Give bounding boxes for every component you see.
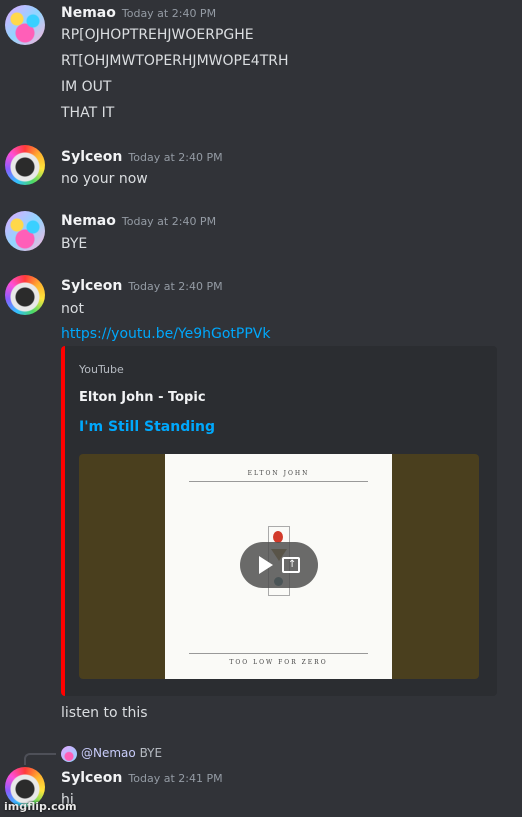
message-text: IM OUT <box>61 79 112 95</box>
author-label[interactable]: Sylceon <box>61 278 122 294</box>
reply-snippet[interactable]: BYE <box>140 746 163 760</box>
video-thumbnail[interactable]: ELTON JOHN TOO LOW FOR ZERO ↑ <box>79 454 479 679</box>
embed-title[interactable]: I'm Still Standing <box>79 419 215 435</box>
message-text: RT[OHJMWTOPERHJMWOPE4TRH <box>61 53 289 69</box>
timestamp: Today at 2:41 PM <box>128 772 223 785</box>
divider <box>189 653 368 654</box>
avatar[interactable] <box>5 275 45 315</box>
avatar[interactable] <box>5 5 45 45</box>
author-name[interactable]: Sylceon Today at 2:40 PM <box>61 149 223 165</box>
timestamp: Today at 2:40 PM <box>128 280 223 293</box>
message-text: BYE <box>61 236 88 252</box>
author-name[interactable]: Nemao Today at 2:40 PM <box>61 5 216 21</box>
author-name[interactable]: Sylceon Today at 2:40 PM <box>61 278 223 294</box>
author-label[interactable]: Nemao <box>61 213 116 229</box>
divider <box>189 481 368 482</box>
youtube-link[interactable]: https://youtu.be/Ye9hGotPPVk <box>61 326 271 342</box>
author-label[interactable]: Sylceon <box>61 770 122 786</box>
author-label[interactable]: Nemao <box>61 5 116 21</box>
embed-provider[interactable]: YouTube <box>79 363 124 376</box>
play-icon[interactable] <box>259 556 273 574</box>
embed-author[interactable]: Elton John - Topic <box>79 390 206 405</box>
author-label[interactable]: Sylceon <box>61 149 122 165</box>
popout-icon[interactable]: ↑ <box>282 557 300 573</box>
message-text: listen to this <box>61 705 148 721</box>
message-text: THAT IT <box>61 105 115 121</box>
album-title: TOO LOW FOR ZERO <box>229 659 328 666</box>
timestamp: Today at 2:40 PM <box>121 7 217 20</box>
message-text: not <box>61 301 84 317</box>
album-artist: ELTON JOHN <box>247 470 310 477</box>
message-text: RP[OJHOPTREHJWOERPGHE <box>61 27 254 43</box>
avatar[interactable] <box>5 211 45 251</box>
watermark: imgflip.com <box>4 800 77 813</box>
play-button[interactable]: ↑ <box>240 542 318 588</box>
avatar[interactable] <box>5 145 45 185</box>
timestamp: Today at 2:40 PM <box>128 151 223 164</box>
reply-mention[interactable]: @Nemao <box>81 746 136 760</box>
message-text: no your now <box>61 171 148 187</box>
reply-spine <box>24 753 56 765</box>
youtube-embed: YouTube Elton John - Topic I'm Still Sta… <box>61 346 497 696</box>
author-name[interactable]: Nemao Today at 2:40 PM <box>61 213 216 229</box>
author-name[interactable]: Sylceon Today at 2:41 PM <box>61 770 223 786</box>
timestamp: Today at 2:40 PM <box>121 215 217 228</box>
reply-preview[interactable]: @Nemao BYE <box>81 746 162 760</box>
reply-avatar[interactable] <box>61 746 77 762</box>
